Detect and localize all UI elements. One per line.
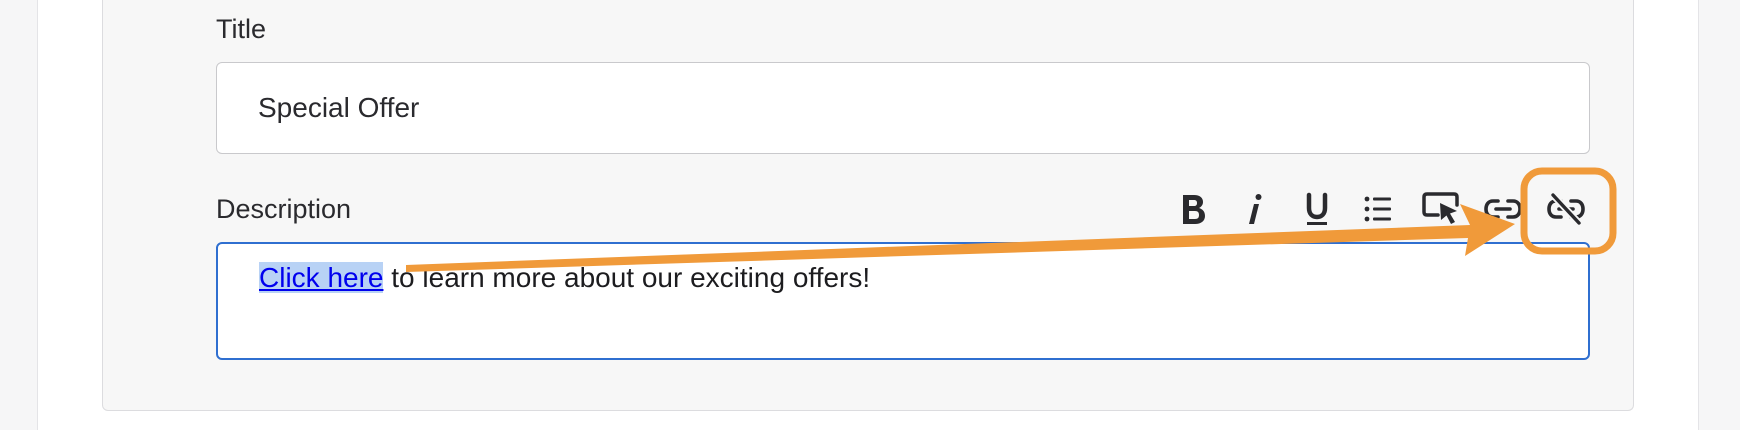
description-editor[interactable]: Click here to learn more about our excit… (216, 242, 1590, 360)
page: Title Description (0, 0, 1740, 430)
bold-button[interactable] (1170, 186, 1216, 232)
link-button[interactable] (1480, 186, 1526, 232)
link-icon (1484, 199, 1522, 219)
description-label: Description (216, 194, 352, 224)
italic-button[interactable] (1231, 186, 1277, 232)
underline-button[interactable] (1294, 186, 1340, 232)
title-input[interactable] (216, 62, 1590, 154)
italic-icon (1249, 194, 1262, 224)
unlink-button[interactable] (1543, 186, 1589, 232)
cursor-click-icon (1422, 192, 1459, 224)
bullet-list-button[interactable] (1355, 186, 1401, 232)
bullet-list-icon (1364, 196, 1391, 222)
title-label: Title (216, 14, 267, 44)
description-text: to learn more about our exciting offers! (383, 262, 871, 293)
selected-link[interactable]: Click here (259, 262, 384, 293)
insert-button-button[interactable] (1418, 186, 1464, 232)
editor-toolbar (1160, 186, 1620, 236)
bold-icon (1183, 195, 1205, 224)
unlink-icon (1547, 192, 1585, 226)
underline-icon (1306, 192, 1328, 225)
